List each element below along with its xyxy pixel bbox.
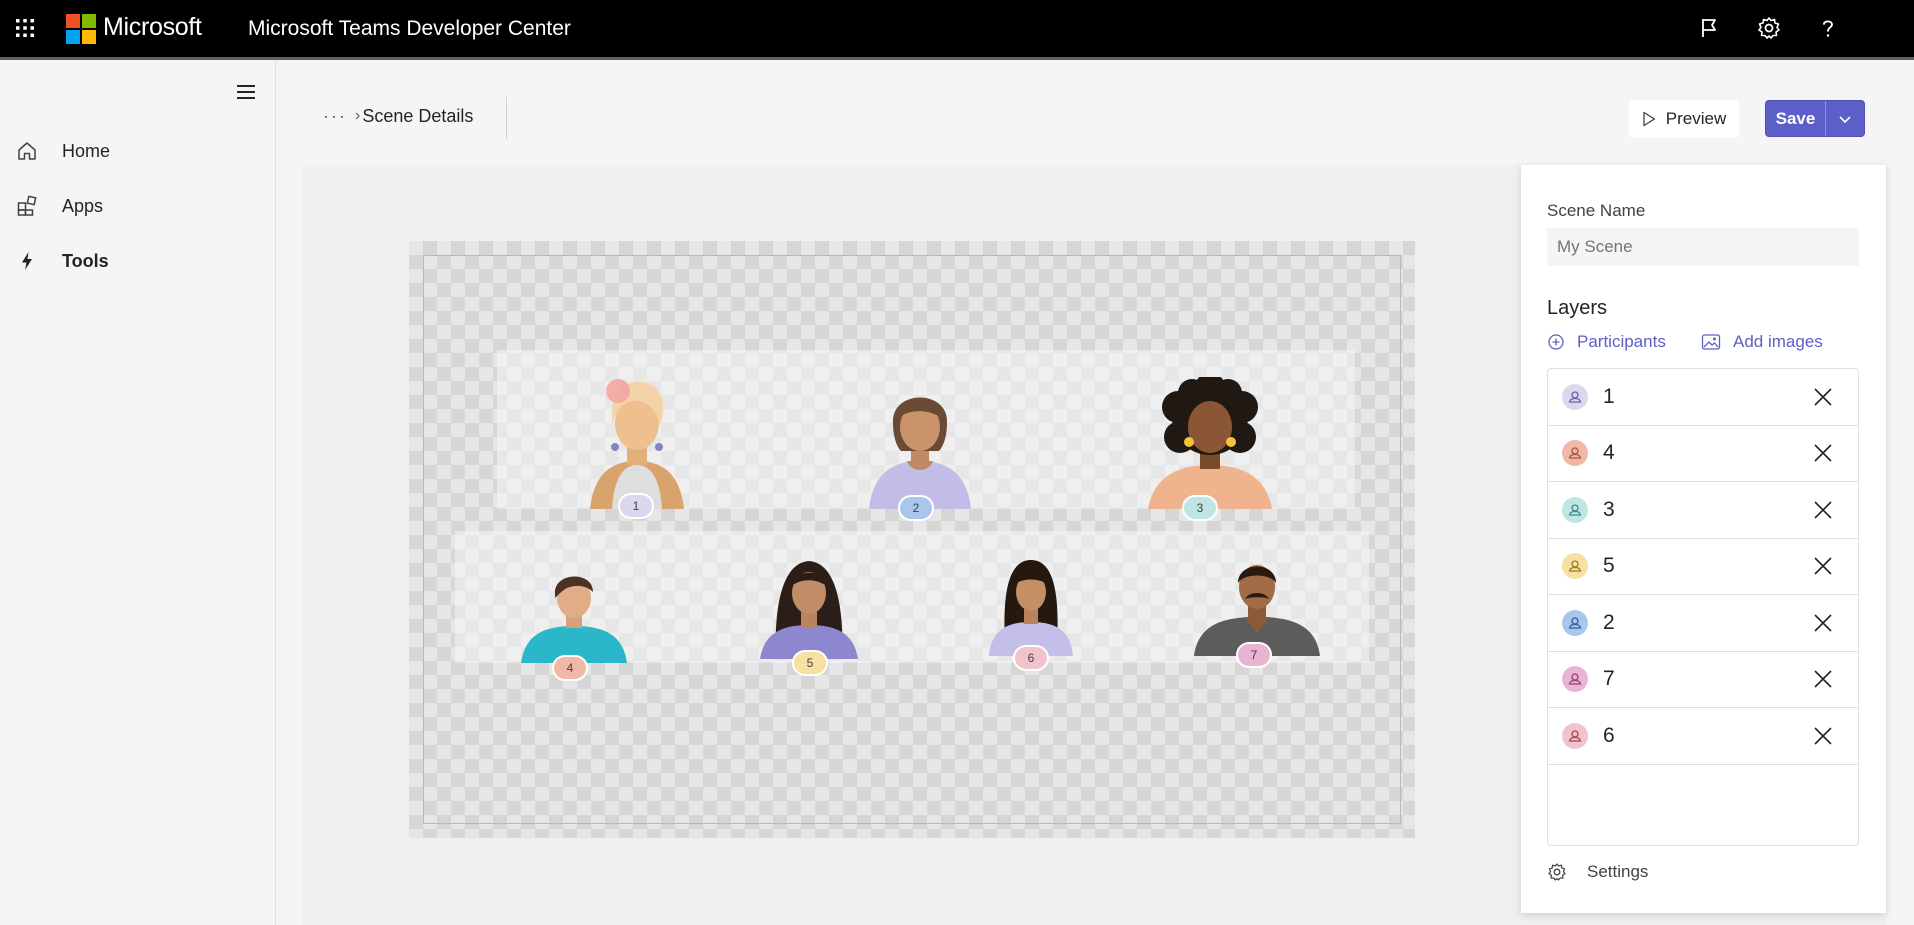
scene-name-input[interactable] [1547,228,1859,266]
scene-properties-panel: Scene Name Layers Participants Add image… [1521,165,1886,913]
participant-badge: 2 [898,495,934,521]
participant-number: 6 [1027,651,1035,665]
nav-item-label: Tools [62,250,109,271]
scene-name-label: Scene Name [1547,201,1646,220]
preview-label: Preview [1665,109,1727,128]
preview-button[interactable]: Preview [1629,100,1739,138]
add-circle-icon [1548,334,1564,350]
save-button-group: Save [1765,100,1865,137]
participant-icon [1562,440,1588,467]
participant-badge: 6 [1013,645,1049,671]
layer-name: 5 [1603,554,1615,578]
close-icon[interactable] [1812,725,1834,747]
layer-name: 1 [1603,384,1615,408]
flag-icon[interactable] [1696,15,1722,41]
layer-name: 4 [1603,441,1615,465]
participant-avatar-1[interactable] [582,365,692,509]
participant-badge: 3 [1182,495,1218,521]
play-icon [1643,111,1655,127]
top-bar: Microsoft Microsoft Teams Developer Cent… [0,0,1914,57]
add-images-button[interactable]: Add images [1701,330,1823,354]
chevron-right-icon: › [354,107,361,124]
hamburger-menu-icon[interactable] [235,82,257,102]
participant-icon [1562,383,1588,410]
layers-list: 1 4 3 5 2 7 6 [1547,368,1859,846]
participant-badge: 5 [792,650,828,676]
participant-avatar-3[interactable] [1140,377,1280,509]
breadcrumb-more-button[interactable]: ··· [323,106,347,127]
home-icon [15,139,39,163]
close-icon[interactable] [1812,612,1834,634]
product-title[interactable]: Microsoft Teams Developer Center [248,17,571,41]
nav-item-apps[interactable]: Apps [0,184,275,228]
participant-icon [1562,553,1588,580]
app-launcher-icon[interactable] [13,16,37,40]
layer-name: 6 [1603,723,1615,747]
lightning-icon [15,249,39,273]
scene-canvas[interactable]: 1 2 3 4 5 6 7 [409,241,1415,838]
participant-number: 5 [806,656,814,670]
participant-avatar-4[interactable] [519,564,629,663]
nav-item-label: Apps [62,195,104,216]
participant-icon [1562,666,1588,693]
help-icon[interactable] [1815,15,1841,41]
gear-icon[interactable] [1756,15,1782,41]
participant-number: 4 [566,661,574,675]
breadcrumb: ··· › Scene Details [323,103,473,129]
participant-number: 7 [1250,648,1258,662]
participant-avatar-7[interactable] [1192,553,1322,656]
close-icon[interactable] [1812,668,1834,690]
participant-badge: 1 [618,493,654,519]
participant-icon [1562,496,1588,523]
image-icon [1701,334,1721,350]
participant-number: 2 [912,501,920,515]
participant-badge: 4 [552,655,588,681]
layer-row[interactable]: 5 [1548,539,1858,595]
layer-row[interactable]: 7 [1548,652,1858,708]
save-dropdown-button[interactable] [1826,101,1864,136]
layer-row[interactable]: 2 [1548,595,1858,652]
gear-icon [1548,863,1566,881]
close-icon[interactable] [1812,386,1834,408]
close-icon[interactable] [1812,555,1834,577]
breadcrumb-current: Scene Details [362,105,474,126]
participant-avatar-6[interactable] [981,554,1081,656]
participant-avatar-2[interactable] [865,377,975,509]
brand-name: Microsoft [103,13,202,41]
nav-item-tools[interactable]: Tools [0,239,275,283]
nav-item-home[interactable]: Home [0,129,275,173]
add-images-label: Add images [1733,332,1823,351]
layers-heading: Layers [1547,297,1608,319]
layer-row[interactable]: 1 [1548,369,1858,426]
chevron-down-icon [1839,115,1851,123]
microsoft-logo[interactable] [66,14,96,44]
apps-icon [15,194,39,218]
settings-button[interactable]: Settings [1547,852,1648,892]
participant-number: 1 [632,499,640,513]
layer-row[interactable]: 3 [1548,482,1858,539]
add-participants-button[interactable]: Participants [1547,330,1666,354]
close-icon[interactable] [1812,499,1834,521]
participant-badge: 7 [1236,642,1272,668]
participant-icon [1562,722,1588,749]
layer-name: 7 [1603,667,1615,691]
topbar-divider [0,57,1914,60]
left-nav: Home Apps Tools [0,60,276,925]
layer-row[interactable]: 4 [1548,426,1858,482]
settings-label: Settings [1587,862,1649,881]
participant-avatar-5[interactable] [754,553,864,659]
add-participants-label: Participants [1577,332,1666,351]
close-icon[interactable] [1812,442,1834,464]
participant-icon [1562,609,1588,636]
layer-row[interactable]: 6 [1548,708,1858,765]
header-divider [506,97,507,139]
nav-item-label: Home [62,140,111,161]
layer-name: 2 [1603,610,1615,634]
save-button[interactable]: Save [1766,101,1826,136]
layer-name: 3 [1603,497,1615,521]
participant-number: 3 [1196,501,1204,515]
